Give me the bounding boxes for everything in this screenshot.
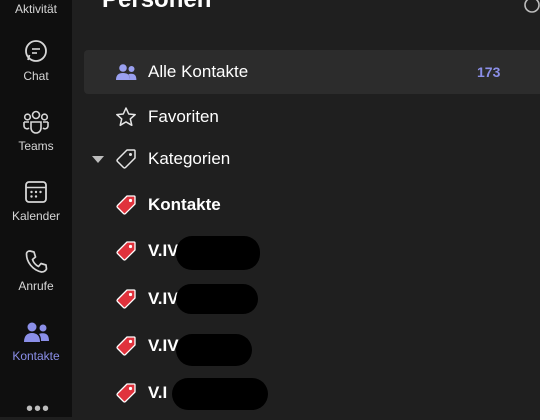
page-title: Personen [102, 0, 211, 14]
category-label: V.IV [148, 241, 179, 260]
contacts-panel: Personen Alle Kontakte 173 Favoriten Kat… [72, 0, 540, 417]
category-item[interactable]: V.IV [84, 229, 540, 273]
contacts-icon [22, 318, 50, 346]
rail-item-contacts[interactable]: Kontakte [0, 318, 72, 386]
more-apps-icon[interactable]: ••• [26, 399, 50, 419]
phone-icon [22, 248, 50, 276]
category-label: V.IV [148, 336, 179, 355]
calendar-icon [22, 178, 50, 206]
nav-item-favorites[interactable]: Favoriten [84, 95, 540, 139]
people-icon [114, 60, 138, 84]
rail-item-teams-label: Teams [18, 139, 54, 153]
rail-item-contacts-label: Kontakte [12, 349, 60, 363]
red-tag-icon [114, 381, 138, 405]
nav-item-categories[interactable]: Kategorien [84, 137, 540, 181]
category-item-kontakte[interactable]: Kontakte [84, 183, 540, 227]
rail-item-calls-label: Anrufe [18, 279, 54, 293]
rail-item-activity-label[interactable]: Aktivität [0, 2, 72, 16]
category-item[interactable]: V.I [84, 371, 540, 415]
redaction-overlay [176, 334, 252, 366]
new-contact-icon[interactable] [518, 0, 540, 21]
app-rail: Aktivität Chat Teams Kalender Anrufe Kon… [0, 0, 72, 419]
redaction-overlay [176, 284, 258, 314]
rail-item-teams[interactable]: Teams [0, 108, 72, 176]
redaction-overlay [172, 378, 268, 410]
category-item[interactable]: V.IV [84, 277, 540, 321]
rail-item-chat-label: Chat [23, 69, 49, 83]
chat-icon [22, 38, 50, 66]
rail-item-chat[interactable]: Chat [0, 38, 72, 106]
rail-item-calendar-label: Kalender [11, 209, 61, 223]
category-label: V.I [148, 383, 168, 402]
nav-item-all-contacts-label: Alle Kontakte [148, 62, 249, 81]
rail-item-calendar[interactable]: Kalender [0, 178, 72, 246]
teams-icon [22, 108, 50, 136]
nav-item-all-contacts[interactable]: Alle Kontakte 173 [84, 50, 540, 94]
category-label: V.IV [148, 289, 179, 308]
red-tag-icon [114, 239, 138, 263]
star-icon [114, 105, 138, 129]
red-tag-icon [114, 193, 138, 217]
nav-item-categories-label: Kategorien [148, 149, 231, 168]
nav-item-favorites-label: Favoriten [148, 107, 219, 126]
category-item[interactable]: V.IV [84, 324, 540, 368]
red-tag-icon [114, 334, 138, 358]
category-label: Kontakte [148, 195, 221, 214]
tag-outline-icon [114, 147, 138, 171]
redaction-overlay [176, 236, 260, 270]
red-tag-icon [114, 287, 138, 311]
contacts-count-badge: 173 [477, 64, 501, 80]
rail-item-calls[interactable]: Anrufe [0, 248, 72, 316]
chevron-down-icon[interactable] [92, 156, 104, 163]
